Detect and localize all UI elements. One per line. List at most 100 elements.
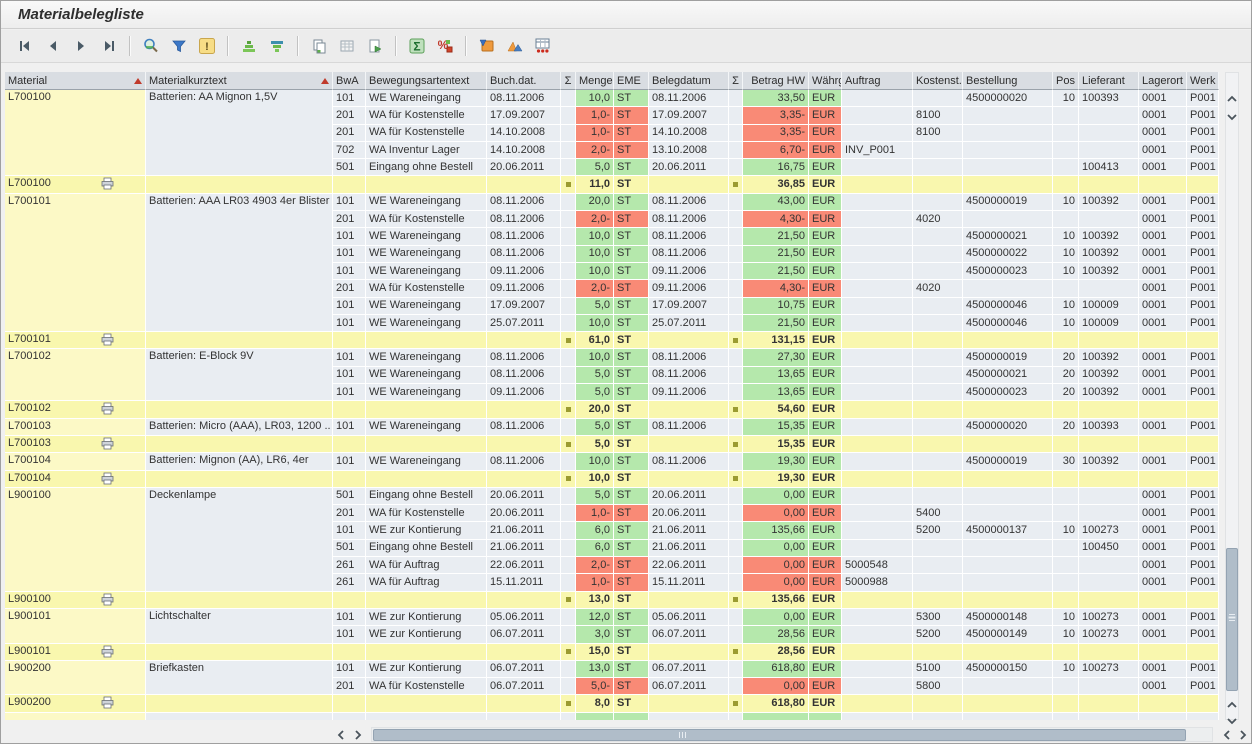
column-header-buchdat[interactable]: Buch.dat. <box>487 72 561 90</box>
cell-sigma-betrag <box>729 246 743 263</box>
subtotal-row[interactable]: L90010115,0ST28,56EUR <box>5 644 1219 661</box>
cell-material-subtotal[interactable]: L700101 <box>5 332 146 349</box>
cell-sigma-betrag <box>729 367 743 384</box>
scroll-left-button[interactable] <box>333 727 349 743</box>
column-header-betrag[interactable]: Betrag HW <box>743 72 809 90</box>
column-header-bewegtext[interactable]: Bewegungsartentext <box>366 72 487 90</box>
column-header-eme[interactable]: EME <box>614 72 649 90</box>
cell-bwa: 101 <box>333 349 366 366</box>
find-button[interactable] <box>139 34 163 58</box>
subtotal-row[interactable]: L70010220,0ST54,60EUR <box>5 401 1219 418</box>
scroll-right-corner-button[interactable] <box>1235 727 1251 743</box>
subtotal-row[interactable]: L90010013,0ST135,66EUR <box>5 592 1219 609</box>
cell-kurztext-empty <box>146 644 333 661</box>
column-header-lieferant[interactable]: Lieferant <box>1079 72 1139 90</box>
cell-sigma-menge <box>561 159 576 176</box>
subtotal-row[interactable]: L9002008,0ST618,80EUR <box>5 695 1219 712</box>
nav-previous-button[interactable] <box>41 34 65 58</box>
table-row[interactable]: L700103Batterien: Micro (AAA), LR03, 120… <box>5 419 1219 436</box>
column-header-sig1[interactable]: Σ <box>561 72 576 90</box>
column-header-bwa[interactable]: BwA <box>333 72 366 90</box>
table-row[interactable]: L700104Batterien: Mignon (AA), LR6, 4er1… <box>5 453 1219 470</box>
total-sum-button[interactable]: Σ <box>405 34 429 58</box>
cell-lieferant-empty <box>1079 332 1139 349</box>
cell-waehrung: EUR <box>809 574 842 591</box>
clipped-row[interactable] <box>5 713 1219 720</box>
cell-sigma-betrag <box>729 540 743 557</box>
cell-sigma-betrag <box>729 125 743 142</box>
subtotal-row[interactable]: L7001035,0ST15,35EUR <box>5 436 1219 453</box>
column-header-menge[interactable]: Menge <box>576 72 614 90</box>
nav-last-button[interactable] <box>97 34 121 58</box>
scroll-down-button[interactable] <box>1224 109 1240 125</box>
cell-material[interactable]: L700100 <box>5 90 146 176</box>
cell-material-subtotal[interactable]: L900200 <box>5 695 146 712</box>
column-header-werk[interactable]: Werk <box>1187 72 1219 90</box>
cell-material-subtotal[interactable]: L700103 <box>5 436 146 453</box>
subtotals-button[interactable]: % <box>433 34 457 58</box>
subtotal-row[interactable]: L70010161,0ST131,15EUR <box>5 332 1219 349</box>
cell-material-subtotal[interactable]: L700100 <box>5 176 146 193</box>
export-button[interactable] <box>363 34 387 58</box>
spreadsheet-report-button[interactable] <box>531 34 555 58</box>
vertical-scrollbar-thumb[interactable] <box>1226 548 1238 691</box>
column-header-pos[interactable]: Pos <box>1053 72 1079 90</box>
cell-bestellung: 4500000022 <box>963 246 1053 263</box>
subtotal-row[interactable]: L70010011,0ST36,85EUR <box>5 176 1219 193</box>
table-row[interactable]: L700100Batterien: AA Mignon 1,5V101WE Wa… <box>5 90 1219 107</box>
details-alert-button[interactable]: ! <box>195 34 219 58</box>
cell-material-subtotal[interactable]: L900100 <box>5 592 146 609</box>
column-header-kurztext[interactable]: Materialkurztext <box>146 72 333 90</box>
horizontal-scrollbar-thumb[interactable] <box>373 729 1186 741</box>
cell-belegdatum: 08.11.2006 <box>649 349 729 366</box>
sort-descending-button[interactable] <box>265 34 289 58</box>
table-row[interactable]: L900100Deckenlampe501Eingang ohne Bestel… <box>5 488 1219 505</box>
cell-material[interactable]: L700101 <box>5 194 146 332</box>
filter-button[interactable] <box>167 34 191 58</box>
column-header-sig2[interactable]: Σ <box>729 72 743 90</box>
cell-werk: P001 <box>1187 90 1219 107</box>
column-header-belegdatum[interactable]: Belegdatum <box>649 72 729 90</box>
table-row[interactable]: L700102Batterien: E-Block 9V101WE Warene… <box>5 349 1219 366</box>
cell-werk: P001 <box>1187 246 1219 263</box>
sort-ascending-button[interactable] <box>237 34 261 58</box>
cell-material[interactable]: L900101 <box>5 609 146 644</box>
scroll-right-button[interactable] <box>350 727 366 743</box>
cell-betrag-hw: 15,35 <box>743 419 809 436</box>
nav-first-button[interactable] <box>13 34 37 58</box>
cell-material-subtotal[interactable]: L700102 <box>5 401 146 418</box>
nav-next-button[interactable] <box>69 34 93 58</box>
column-header-auftrag[interactable]: Auftrag <box>842 72 913 90</box>
column-header-material[interactable]: Material <box>5 72 146 90</box>
chevron-left-icon <box>1222 729 1232 741</box>
cell-bwa: 101 <box>333 315 366 332</box>
scroll-left-corner-button[interactable] <box>1219 727 1235 743</box>
column-header-lagerort[interactable]: Lagerort <box>1139 72 1187 90</box>
column-layout-button[interactable] <box>335 34 359 58</box>
column-header-bestellung[interactable]: Bestellung <box>963 72 1053 90</box>
cell-material-subtotal[interactable]: L900101 <box>5 644 146 661</box>
scroll-up-bottom-button[interactable] <box>1224 697 1240 713</box>
cell-material-subtotal[interactable]: L700104 <box>5 471 146 488</box>
table-row[interactable]: L900200Briefkasten101WE zur Kontierung06… <box>5 661 1219 678</box>
graphic-button[interactable] <box>503 34 527 58</box>
subtotal-row[interactable]: L70010410,0ST19,30EUR <box>5 471 1219 488</box>
table-row[interactable]: L700101Batterien: AAA LR03 4903 4er Blis… <box>5 194 1219 211</box>
cell-material[interactable]: L900100 <box>5 488 146 592</box>
cell-sigma-menge <box>561 107 576 124</box>
cell-material[interactable]: L700102 <box>5 349 146 401</box>
scroll-up-button[interactable] <box>1224 91 1240 107</box>
cell-belegdatum: 13.10.2008 <box>649 142 729 159</box>
cell-auftrag <box>842 419 913 436</box>
cell-betrag-hw: 21,50 <box>743 246 809 263</box>
column-header-kostenst[interactable]: Kostenst. <box>913 72 963 90</box>
table-row[interactable]: L900101Lichtschalter101WE zur Kontierung… <box>5 609 1219 626</box>
copy-button[interactable] <box>307 34 331 58</box>
column-header-waehrg[interactable]: Währg <box>809 72 842 90</box>
views-button[interactable] <box>475 34 499 58</box>
cell-material[interactable]: L900200 <box>5 661 146 696</box>
cell-material[interactable]: L700103 <box>5 419 146 436</box>
cell-kostenstelle <box>913 159 963 176</box>
cell-material[interactable]: L700104 <box>5 453 146 470</box>
subtotal-material-label: L700103 <box>8 436 51 451</box>
